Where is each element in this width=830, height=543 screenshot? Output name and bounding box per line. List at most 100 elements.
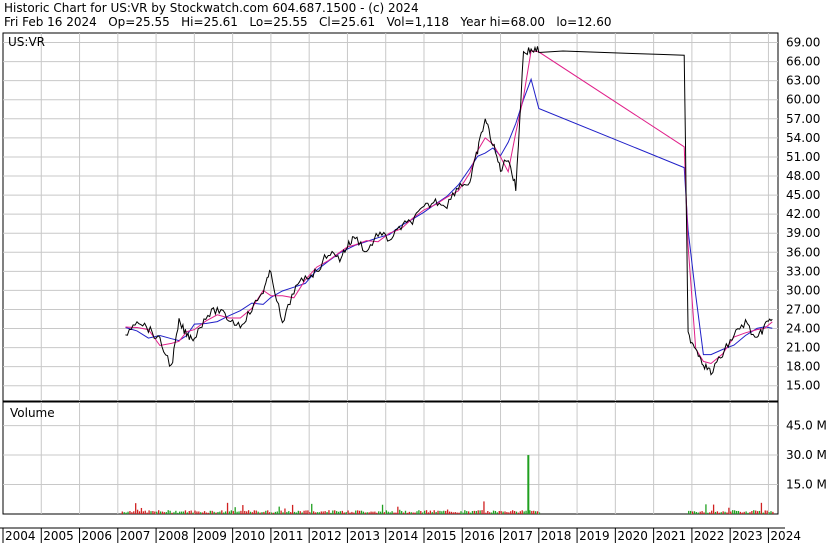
- volume-bar: [268, 512, 271, 514]
- volume-bar: [431, 512, 433, 514]
- volume-bar: [194, 510, 196, 514]
- volume-bar: [381, 504, 384, 514]
- volume-bar: [408, 511, 410, 514]
- volume-bar: [158, 510, 160, 514]
- volume-bar: [404, 510, 407, 514]
- price-tick-label: 66.00: [786, 55, 820, 69]
- volume-bar: [508, 512, 510, 514]
- year-tick-label: 2017: [503, 529, 534, 543]
- year-tick-label: 2013: [349, 529, 380, 543]
- volume-bar: [536, 511, 539, 514]
- year-tick-label: 2023: [732, 529, 763, 543]
- volume-bar: [299, 511, 301, 514]
- volume-bar: [213, 511, 215, 514]
- volume-bar: [496, 512, 499, 514]
- price-tick-label: 18.00: [786, 360, 820, 374]
- volume-bar: [221, 510, 223, 514]
- volume-bar: [397, 506, 399, 514]
- price-tick-label: 60.00: [786, 93, 820, 107]
- volume-bar: [469, 512, 472, 514]
- volume-bar: [265, 510, 267, 514]
- price-tick-label: 57.00: [786, 112, 820, 126]
- volume-bar: [330, 512, 332, 514]
- price-panel: [2, 32, 779, 402]
- volume-bar: [295, 512, 298, 514]
- volume-bar: [148, 510, 150, 514]
- volume-bar: [196, 511, 198, 514]
- volume-bar: [318, 512, 321, 514]
- volume-bar: [347, 510, 349, 514]
- volume-bar: [267, 510, 269, 514]
- volume-bar: [519, 511, 521, 514]
- volume-bar: [217, 511, 219, 514]
- volume-bar: [280, 510, 282, 514]
- volume-bar: [512, 510, 514, 514]
- volume-bar: [339, 511, 342, 514]
- volume-bar: [714, 511, 717, 514]
- year-tick-label: 2024: [770, 529, 801, 543]
- volume-bar: [414, 512, 416, 514]
- volume-bar: [492, 510, 495, 514]
- volume-bar: [278, 506, 280, 514]
- year-tick-label: 2022: [694, 529, 725, 543]
- volume-bar: [439, 510, 441, 514]
- volume-bar: [389, 512, 391, 514]
- volume-bar: [138, 511, 141, 514]
- year-tick-label: 2008: [158, 529, 189, 543]
- volume-bar: [460, 511, 462, 514]
- volume-bar: [756, 511, 759, 514]
- year-tick-label: 2004: [5, 529, 36, 543]
- volume-bar: [502, 511, 504, 514]
- volume-bar: [182, 511, 185, 514]
- volume-bar: [144, 510, 146, 514]
- volume-bar: [303, 510, 305, 514]
- volume-bar: [462, 512, 464, 514]
- volume-bar: [423, 510, 426, 514]
- price-tick-label: 36.00: [786, 245, 820, 259]
- volume-bar: [177, 512, 179, 514]
- volume-bar: [246, 511, 248, 514]
- volume-bar: [230, 510, 233, 514]
- price-tick-label: 45.00: [786, 188, 820, 202]
- volume-bar: [171, 512, 173, 514]
- volume-bar: [180, 511, 183, 514]
- volume-bar: [770, 511, 772, 514]
- volume-bar: [219, 511, 221, 514]
- volume-bar: [489, 512, 491, 514]
- volume-bar: [705, 504, 707, 514]
- volume-bar: [358, 510, 361, 514]
- year-tick-label: 2009: [196, 529, 227, 543]
- volume-bar: [707, 512, 709, 514]
- volume-bar: [747, 512, 749, 514]
- volume-bar: [364, 512, 366, 514]
- price-tick-label: 21.00: [786, 341, 820, 355]
- volume-bar: [701, 511, 703, 514]
- price-axis: 69.00 66.00 63.00 60.00 57.00 54.00 51.00 48.00…: [786, 36, 820, 393]
- volume-bar: [376, 512, 378, 514]
- volume-bar: [175, 510, 177, 514]
- volume-bar: [163, 512, 166, 514]
- volume-bar: [320, 511, 322, 514]
- volume-bar: [448, 511, 451, 514]
- volume-bar: [741, 512, 743, 514]
- volume-bar: [179, 511, 181, 514]
- volume-bar: [401, 511, 403, 514]
- volume-bar: [412, 512, 414, 514]
- volume-bar: [192, 512, 194, 514]
- volume-bar: [291, 504, 294, 514]
- price-tick-label: 51.00: [786, 150, 820, 164]
- volume-label: Volume: [10, 406, 55, 420]
- volume-panel: [2, 401, 779, 515]
- volume-bar: [441, 511, 443, 514]
- volume-bar: [301, 512, 303, 514]
- volume-bar: [142, 511, 144, 514]
- year-tick-label: 2010: [235, 529, 266, 543]
- volume-bar: [402, 512, 405, 514]
- volume-bar: [286, 511, 288, 514]
- price-tick-label: 24.00: [786, 322, 820, 336]
- volume-bar: [720, 512, 722, 514]
- volume-bar: [703, 512, 705, 514]
- price-tick-label: 27.00: [786, 302, 820, 316]
- volume-bar: [257, 511, 259, 514]
- volume-tick-label: 30.0 M: [786, 448, 827, 462]
